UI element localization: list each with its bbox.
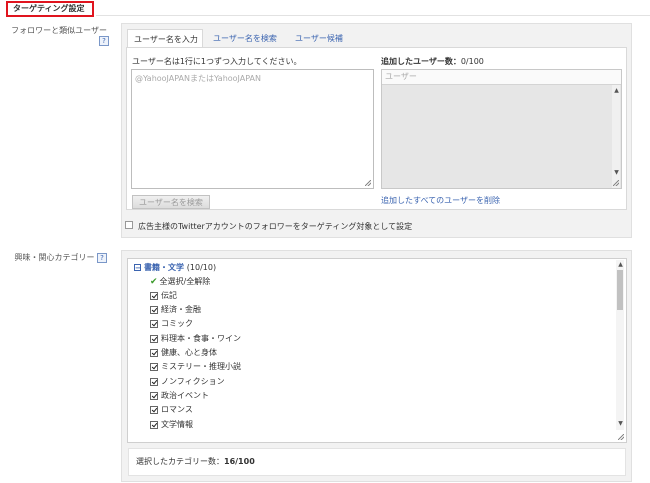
category-item[interactable]: 健康、心と身体 [150, 346, 217, 360]
checkbox-checked-icon [150, 291, 158, 300]
selected-category-summary: 選択したカテゴリー数：16/100 [128, 448, 626, 476]
scroll-up-icon[interactable]: ▲ [613, 87, 620, 95]
username-textarea[interactable]: @YahooJAPANまたはYahooJAPAN [131, 69, 374, 189]
search-username-button[interactable]: ユーザー名を検索 [132, 195, 210, 209]
resize-grip-icon[interactable] [618, 434, 624, 440]
checkbox-checked-icon [150, 348, 158, 357]
category-item[interactable]: 料理本・食事・ワイン [150, 332, 241, 346]
category-item[interactable]: コミック [150, 317, 193, 331]
select-all-toggle[interactable]: ✔ 全選択/全解除 [150, 275, 210, 289]
selected-category-count: 16/100 [224, 457, 255, 466]
checkbox-checked-icon [150, 391, 158, 400]
resize-grip-icon[interactable] [613, 180, 619, 186]
follower-help-icon[interactable]: ? [99, 36, 109, 46]
scroll-down-icon[interactable]: ▼ [617, 420, 624, 428]
scroll-down-icon[interactable]: ▼ [613, 169, 620, 177]
interests-help-icon[interactable]: ? [97, 252, 107, 263]
tab-user-suggestions[interactable]: ユーザー候補 [289, 29, 349, 49]
interests-label: 興味・関心カテゴリー ? [14, 252, 107, 263]
added-users-count: 0/100 [460, 57, 484, 66]
input-instruction: ユーザー名は1行に1つずつ入力してください。 [132, 57, 302, 66]
checkbox-checked-icon [150, 334, 158, 343]
tab-enter-username[interactable]: ユーザー名を入力 [127, 29, 203, 49]
user-list-scrollbar[interactable]: ▲ ▼ [612, 85, 620, 188]
category-group-books[interactable]: − 書籍・文学 (10/10) [134, 261, 216, 275]
category-item[interactable]: ノンフィクション [150, 375, 225, 389]
category-tree[interactable]: − 書籍・文学 (10/10) ✔ 全選択/全解除 伝記 経済・金融 コミック 料理… [127, 258, 627, 443]
advertiser-followers-label: 広告主様のTwitterアカウントのフォロワーをターゲティング対象として設定 [138, 222, 413, 231]
tab-search-username[interactable]: ユーザー名を検索 [207, 29, 285, 49]
title-divider [96, 15, 650, 16]
category-scrollbar[interactable]: ▲ ▼ [616, 260, 624, 430]
checkbox-checked-icon [150, 420, 158, 429]
user-list-header: ユーザー [382, 70, 621, 85]
checkbox-checked-icon [150, 377, 158, 386]
category-item[interactable]: ロマンス [150, 403, 193, 417]
category-item[interactable]: 文学情報 [150, 418, 193, 432]
username-placeholder: @YahooJAPANまたはYahooJAPAN [135, 74, 262, 83]
advertiser-followers-checkbox[interactable] [125, 221, 133, 229]
category-item[interactable]: ミステリー・推理小説 [150, 360, 241, 374]
category-item[interactable]: 政治イベント [150, 389, 209, 403]
follower-label: フォロワーと類似ユーザー [11, 26, 107, 35]
checkbox-checked-icon [150, 305, 158, 314]
category-item[interactable]: 伝記 [150, 289, 177, 303]
checkbox-checked-icon [150, 362, 158, 371]
remove-all-users-link[interactable]: 追加したすべてのユーザーを削除 [381, 195, 500, 206]
checkbox-checked-icon [150, 319, 158, 328]
checkbox-checked-icon [150, 405, 158, 414]
added-users-label: 追加したユーザー数：0/100 [381, 57, 484, 66]
section-title: ターゲティング設定 [6, 1, 94, 17]
check-icon: ✔ [150, 277, 158, 287]
resize-grip-icon[interactable] [365, 180, 371, 186]
scroll-up-icon[interactable]: ▲ [617, 261, 624, 269]
added-users-list[interactable]: ユーザー ▲ ▼ [381, 69, 622, 189]
scroll-thumb[interactable] [617, 270, 623, 310]
collapse-icon[interactable]: − [134, 264, 141, 272]
category-item[interactable]: 経済・金融 [150, 303, 201, 317]
